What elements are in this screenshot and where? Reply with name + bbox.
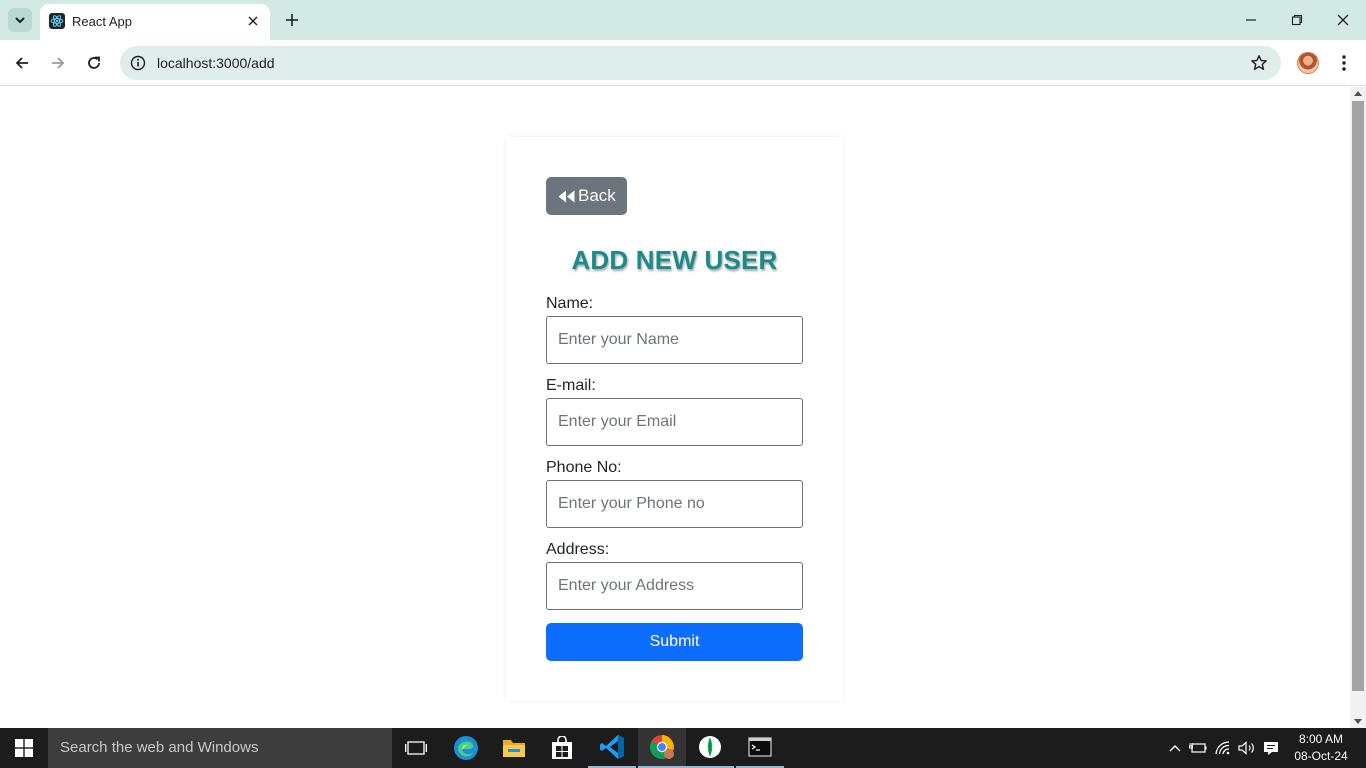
bookmark-star-icon[interactable] xyxy=(1249,53,1269,73)
close-window-button[interactable] xyxy=(1320,0,1366,40)
scroll-down-arrow-icon[interactable] xyxy=(1354,719,1362,724)
vscode-taskbar-button[interactable] xyxy=(588,728,636,768)
file-explorer-taskbar-button[interactable] xyxy=(490,728,538,768)
react-logo-icon xyxy=(49,13,65,29)
reload-button[interactable] xyxy=(79,48,109,78)
clock-date: 08-Oct-24 xyxy=(1294,749,1348,763)
terminal-icon xyxy=(748,737,772,757)
reload-icon xyxy=(88,56,100,69)
volume-button[interactable] xyxy=(1236,728,1258,768)
start-button[interactable] xyxy=(0,728,48,768)
close-icon xyxy=(248,16,258,26)
forward-nav-button[interactable] xyxy=(43,48,73,78)
taskbar-search[interactable]: Search the web and Windows xyxy=(48,728,392,768)
restore-button[interactable] xyxy=(1274,0,1320,40)
vscode-icon xyxy=(600,735,624,759)
scroll-up-arrow-icon[interactable] xyxy=(1354,91,1362,96)
network-button[interactable] xyxy=(1212,728,1234,768)
chevron-down-icon xyxy=(15,17,25,24)
restore-icon xyxy=(1291,14,1303,26)
windows-logo-icon xyxy=(15,739,33,757)
volume-icon xyxy=(1238,741,1254,755)
mongodb-compass-icon xyxy=(699,736,721,758)
url-text[interactable]: localhost:3000/add xyxy=(157,55,275,71)
back-button[interactable]: Back xyxy=(546,177,627,215)
address-input[interactable] xyxy=(546,562,803,610)
chrome-icon xyxy=(649,735,674,760)
mongodb-compass-taskbar-button[interactable] xyxy=(686,728,734,768)
task-view-button[interactable] xyxy=(392,728,440,768)
name-input[interactable] xyxy=(546,316,803,364)
email-input[interactable] xyxy=(546,398,803,446)
taskbar-clock[interactable]: 8:00 AM 08-Oct-24 xyxy=(1290,731,1352,765)
profile-avatar[interactable] xyxy=(1297,52,1319,74)
minimize-icon xyxy=(1246,19,1256,21)
address-label: Address: xyxy=(546,541,610,558)
backward-icon xyxy=(558,190,575,202)
page-scrollbar[interactable] xyxy=(1350,87,1366,728)
show-hidden-icons-button[interactable] xyxy=(1164,728,1186,768)
battery-plug-icon xyxy=(1189,743,1207,753)
tab-close-button[interactable] xyxy=(244,12,262,30)
back-nav-button[interactable] xyxy=(7,48,37,78)
edge-taskbar-button[interactable] xyxy=(442,728,490,768)
browser-tab-bar: React App xyxy=(0,0,1366,40)
submit-button[interactable]: Submit xyxy=(546,623,803,661)
action-center-button[interactable] xyxy=(1260,728,1282,768)
chrome-taskbar-button[interactable] xyxy=(638,728,686,768)
edge-icon xyxy=(454,736,478,760)
browser-tab[interactable]: React App xyxy=(40,4,270,40)
more-vertical-icon xyxy=(1342,55,1346,71)
browser-toolbar: localhost:3000/add xyxy=(0,40,1366,86)
windows-taskbar: Search the web and Windows 8:00 AM 08-Oc… xyxy=(0,728,1366,768)
address-bar[interactable]: localhost:3000/add xyxy=(120,46,1281,80)
store-taskbar-button[interactable] xyxy=(538,728,586,768)
site-info-icon[interactable] xyxy=(128,53,148,73)
wifi-icon xyxy=(1215,741,1230,755)
close-icon xyxy=(1337,14,1349,26)
battery-button[interactable] xyxy=(1187,728,1209,768)
tab-search-button[interactable] xyxy=(8,8,32,32)
store-icon xyxy=(552,736,572,759)
clock-time: 8:00 AM xyxy=(1298,732,1344,746)
phone-input[interactable] xyxy=(546,480,803,528)
new-tab-button[interactable] xyxy=(280,8,304,32)
phone-label: Phone No: xyxy=(546,459,622,476)
file-explorer-icon xyxy=(503,740,525,757)
terminal-taskbar-button[interactable] xyxy=(736,728,784,768)
add-user-card: Back ADD NEW USER Name: E-mail: Phone No… xyxy=(506,137,843,701)
name-label: Name: xyxy=(546,295,594,312)
page-title: ADD NEW USER xyxy=(571,245,778,275)
arrow-left-icon xyxy=(15,57,28,69)
browser-menu-button[interactable] xyxy=(1332,50,1356,76)
scroll-thumb[interactable] xyxy=(1352,101,1364,691)
minimize-button[interactable] xyxy=(1228,0,1274,40)
tab-title: React App xyxy=(72,14,132,29)
plus-icon xyxy=(286,14,298,26)
notification-icon xyxy=(1264,741,1278,755)
chevron-up-icon xyxy=(1169,745,1181,752)
back-button-label: Back xyxy=(578,186,616,205)
task-view-icon xyxy=(405,741,427,755)
arrow-right-icon xyxy=(52,57,65,69)
email-label: E-mail: xyxy=(546,377,596,394)
page-viewport: Back ADD NEW USER Name: E-mail: Phone No… xyxy=(0,87,1350,728)
